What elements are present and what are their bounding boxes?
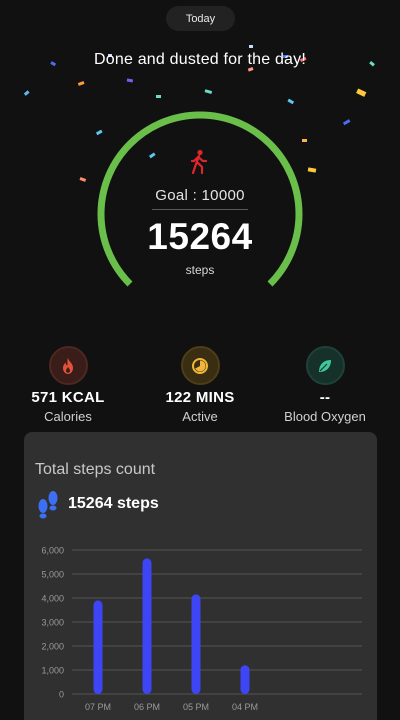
card-steps-value: 15264 steps xyxy=(68,495,159,512)
total-steps-card[interactable]: Total steps count 15264 steps 0 1,000 2,00… xyxy=(24,432,377,720)
chart-bar xyxy=(142,558,152,694)
x-tick-label: 06 PM xyxy=(134,702,160,712)
calories-value: 571 KCAL xyxy=(31,389,105,406)
flame-icon xyxy=(48,346,88,385)
footsteps-icon xyxy=(38,491,58,519)
chart-bar xyxy=(93,600,103,694)
card-title: Total steps count xyxy=(35,461,156,478)
steps-progress-ring: Goal : 10000 15264 steps xyxy=(96,110,304,318)
chart-bar xyxy=(240,665,250,694)
active-value: 122 MINS xyxy=(165,389,235,406)
goal-divider xyxy=(152,209,248,210)
blood-oxygen-label: Blood Oxygen xyxy=(284,409,366,424)
steps-bar-chart: 0 1,000 2,000 3,000 4,000 5,000 6,000 07 PM 06 P… xyxy=(41,546,362,712)
leaf-icon xyxy=(305,346,345,385)
blood-oxygen-value: -- xyxy=(319,389,331,406)
y-tick-label: 2,000 xyxy=(41,642,64,652)
active-label: Active xyxy=(182,409,218,424)
y-tick-label: 6,000 xyxy=(41,546,64,556)
walking-person-icon xyxy=(190,149,208,175)
timer-icon xyxy=(180,346,220,385)
chart-bar xyxy=(191,594,201,694)
steps-value: 15264 xyxy=(147,216,253,257)
y-tick-label: 3,000 xyxy=(41,618,64,628)
x-tick-label: 07 PM xyxy=(85,702,111,712)
headline-message: Done and dusted for the day! xyxy=(94,51,306,68)
stat-blood-oxygen[interactable]: -- Blood Oxygen xyxy=(260,346,390,424)
steps-unit: steps xyxy=(185,263,215,277)
x-tick-label: 04 PM xyxy=(232,702,258,712)
progress-ring-arc xyxy=(97,111,303,287)
y-tick-label: 4,000 xyxy=(41,594,64,604)
goal-label: Goal : 10000 xyxy=(155,187,245,204)
y-tick-label: 1,000 xyxy=(41,666,64,676)
x-tick-label: 05 PM xyxy=(183,702,209,712)
y-tick-label: 0 xyxy=(59,690,64,700)
stat-calories[interactable]: 571 KCAL Calories xyxy=(3,346,133,424)
calories-label: Calories xyxy=(44,409,92,424)
y-tick-label: 5,000 xyxy=(41,570,64,580)
stat-active[interactable]: 122 MINS Active xyxy=(135,346,265,424)
